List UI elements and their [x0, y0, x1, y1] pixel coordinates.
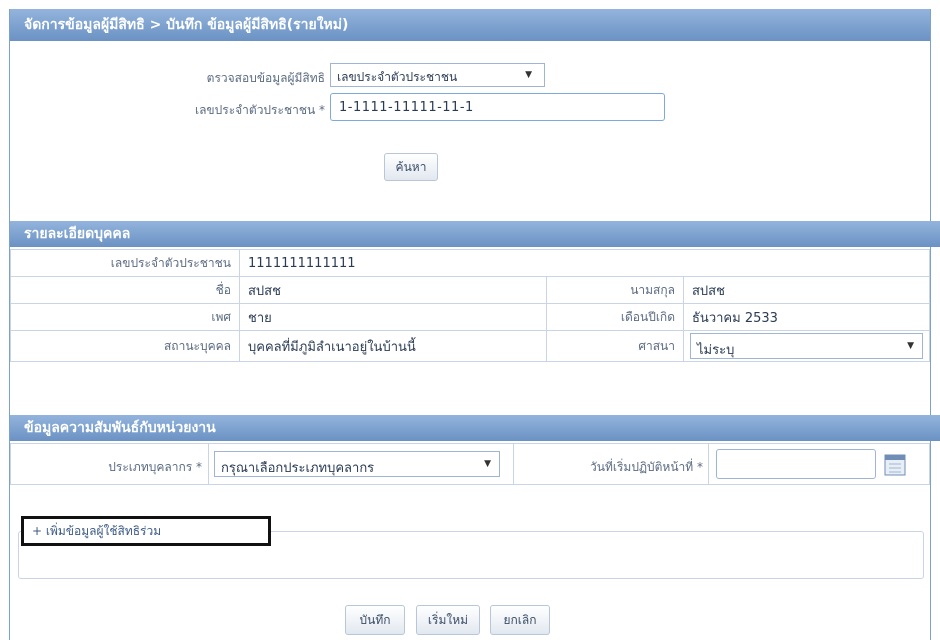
person-section-header: รายละเอียดบุคคล [10, 221, 940, 247]
check-type-value: เลขประจำตัวประชาชน [337, 70, 458, 84]
chevron-down-icon: ▼ [484, 459, 491, 469]
id-input[interactable]: 1-1111-11111-11-1 [330, 93, 665, 121]
page-title: จัดการข้อมูลผู้มีสิทธิ > บันทึก ข้อมูลผู… [10, 9, 930, 41]
save-button[interactable]: บันทึก [345, 605, 405, 635]
divider [708, 443, 709, 485]
table-row: เพศ ชาย เดือนปีเกิด ธันวาคม 2533 [10, 303, 930, 331]
religion-select[interactable]: ไม่ระบุ ▼ [690, 333, 923, 359]
birth-label: เดือนปีเกิด [546, 303, 684, 331]
birth-value: ธันวาคม 2533 [683, 303, 930, 331]
chevron-down-icon: ▼ [907, 341, 914, 351]
status-label: สถานะบุคคล [10, 330, 240, 362]
name-value: สปสช [239, 276, 547, 304]
status-value: บุคคลที่มีภูมิลำเนาอยู่ในบ้านนี้ [239, 330, 547, 362]
start-date-input[interactable] [716, 449, 876, 479]
sex-label: เพศ [10, 303, 240, 331]
add-co-rights-link[interactable]: + เพิ่มข้อมูลผู้ใช้สิทธิร่วม [32, 522, 161, 541]
calendar-icon[interactable] [884, 452, 906, 476]
personnel-type-value: กรุณาเลือกประเภทบุคลากร [221, 461, 375, 476]
reset-button[interactable]: เริ่มใหม่ [416, 605, 480, 635]
id-number-value: 1111111111111 [239, 249, 930, 277]
id-input-value: 1-1111-11111-11-1 [339, 100, 474, 115]
id-number-label: เลขประจำตัวประชาชน [10, 249, 240, 277]
surname-value: สปสช [683, 276, 930, 304]
check-type-label: ตรวจสอบข้อมูลผู้มีสิทธิ [206, 71, 325, 85]
religion-label: ศาสนา [546, 330, 684, 362]
cancel-button[interactable]: ยกเลิก [490, 605, 550, 635]
table-row: สถานะบุคคล บุคคลที่มีภูมิลำเนาอยู่ในบ้าน… [10, 330, 930, 362]
table-row: ชื่อ สปสช นามสกุล สปสช [10, 276, 930, 304]
divider [208, 443, 209, 485]
chevron-down-icon: ▼ [525, 70, 532, 80]
table-row: เลขประจำตัวประชาชน 1111111111111 [10, 249, 930, 277]
sex-value: ชาย [239, 303, 547, 331]
search-button[interactable]: ค้นหา [384, 153, 438, 181]
name-label: ชื่อ [10, 276, 240, 304]
id-label: เลขประจำตัวประชาชน * [194, 103, 325, 117]
check-type-select[interactable]: เลขประจำตัวประชาชน ▼ [330, 63, 545, 87]
divider [513, 443, 514, 485]
religion-cell: ไม่ระบุ ▼ [683, 330, 930, 362]
relation-section-header: ข้อมูลความสัมพันธ์กับหน่วยงาน [10, 415, 940, 441]
personnel-type-select[interactable]: กรุณาเลือกประเภทบุคลากร ▼ [214, 451, 500, 477]
religion-value: ไม่ระบุ [697, 343, 735, 358]
person-detail-table: เลขประจำตัวประชาชน 1111111111111 ชื่อ สป… [10, 249, 930, 362]
surname-label: นามสกุล [546, 276, 684, 304]
start-date-label: วันที่เริ่มปฏิบัติหน้าที่ * [590, 460, 703, 474]
main-panel: จัดการข้อมูลผู้มีสิทธิ > บันทึก ข้อมูลผู… [9, 9, 940, 640]
personnel-type-label: ประเภทบุคลากร * [108, 460, 202, 474]
